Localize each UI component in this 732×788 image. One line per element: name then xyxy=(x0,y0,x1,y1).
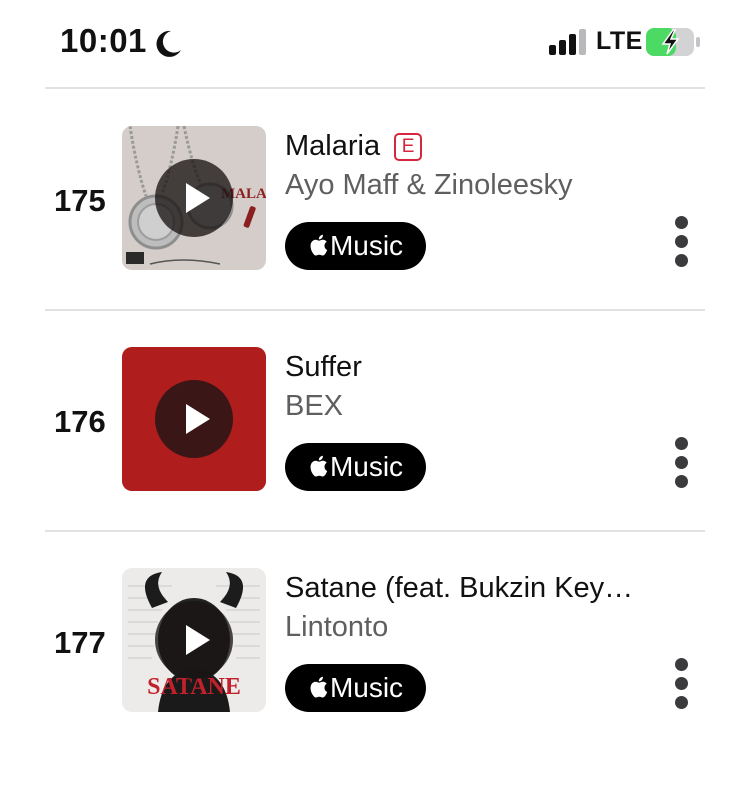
title-line: Suffer xyxy=(285,351,362,384)
list-item[interactable]: 175 MALARIA Malaria E Ayo Maff & Zinolee… xyxy=(0,126,732,346)
title-line: Satane (feat. Bukzin Key… xyxy=(285,572,633,605)
rank-number: 176 xyxy=(54,404,106,439)
album-art[interactable]: SATANE xyxy=(122,568,266,712)
more-options-icon[interactable] xyxy=(673,216,689,268)
play-icon[interactable] xyxy=(155,380,233,458)
rank-number: 175 xyxy=(54,183,106,218)
rank-number: 177 xyxy=(54,625,106,660)
battery-charging-icon xyxy=(646,28,700,56)
more-options-icon[interactable] xyxy=(673,658,689,710)
more-options-icon[interactable] xyxy=(673,437,689,489)
list-item[interactable]: 177 SATANE Satane (feat. Bukzin Key… Lin… xyxy=(0,568,732,788)
divider xyxy=(45,309,705,311)
album-art[interactable]: MALARIA xyxy=(122,126,266,270)
apple-music-button[interactable]: Music xyxy=(285,222,426,270)
music-label: Music xyxy=(329,672,404,703)
status-bar: 10:01 LTE xyxy=(0,0,732,88)
apple-icon xyxy=(310,676,328,698)
song-title[interactable]: Malaria xyxy=(285,130,380,163)
album-art[interactable] xyxy=(122,347,266,491)
network-label: LTE xyxy=(596,27,643,55)
music-label: Music xyxy=(329,451,404,482)
artist-name[interactable]: Ayo Maff & Zinoleesky xyxy=(285,169,572,202)
status-time: 10:01 xyxy=(60,22,147,59)
signal-icon xyxy=(549,29,586,55)
song-title[interactable]: Suffer xyxy=(285,351,362,384)
apple-icon xyxy=(310,234,328,256)
apple-music-button[interactable]: Music xyxy=(285,664,426,712)
explicit-badge: E xyxy=(394,132,423,161)
list-item[interactable]: 176 Suffer BEX Music xyxy=(0,347,732,567)
play-icon[interactable] xyxy=(155,601,233,679)
apple-music-button[interactable]: Music xyxy=(285,443,426,491)
divider xyxy=(45,530,705,532)
play-icon[interactable] xyxy=(155,159,233,237)
title-line: Malaria E xyxy=(285,130,423,163)
moon-icon xyxy=(156,30,181,57)
apple-icon xyxy=(310,455,328,477)
song-title[interactable]: Satane (feat. Bukzin Key… xyxy=(285,572,633,605)
divider xyxy=(45,87,705,89)
music-label: Music xyxy=(329,230,404,261)
artist-name[interactable]: Lintonto xyxy=(285,611,388,644)
artist-name[interactable]: BEX xyxy=(285,390,343,423)
